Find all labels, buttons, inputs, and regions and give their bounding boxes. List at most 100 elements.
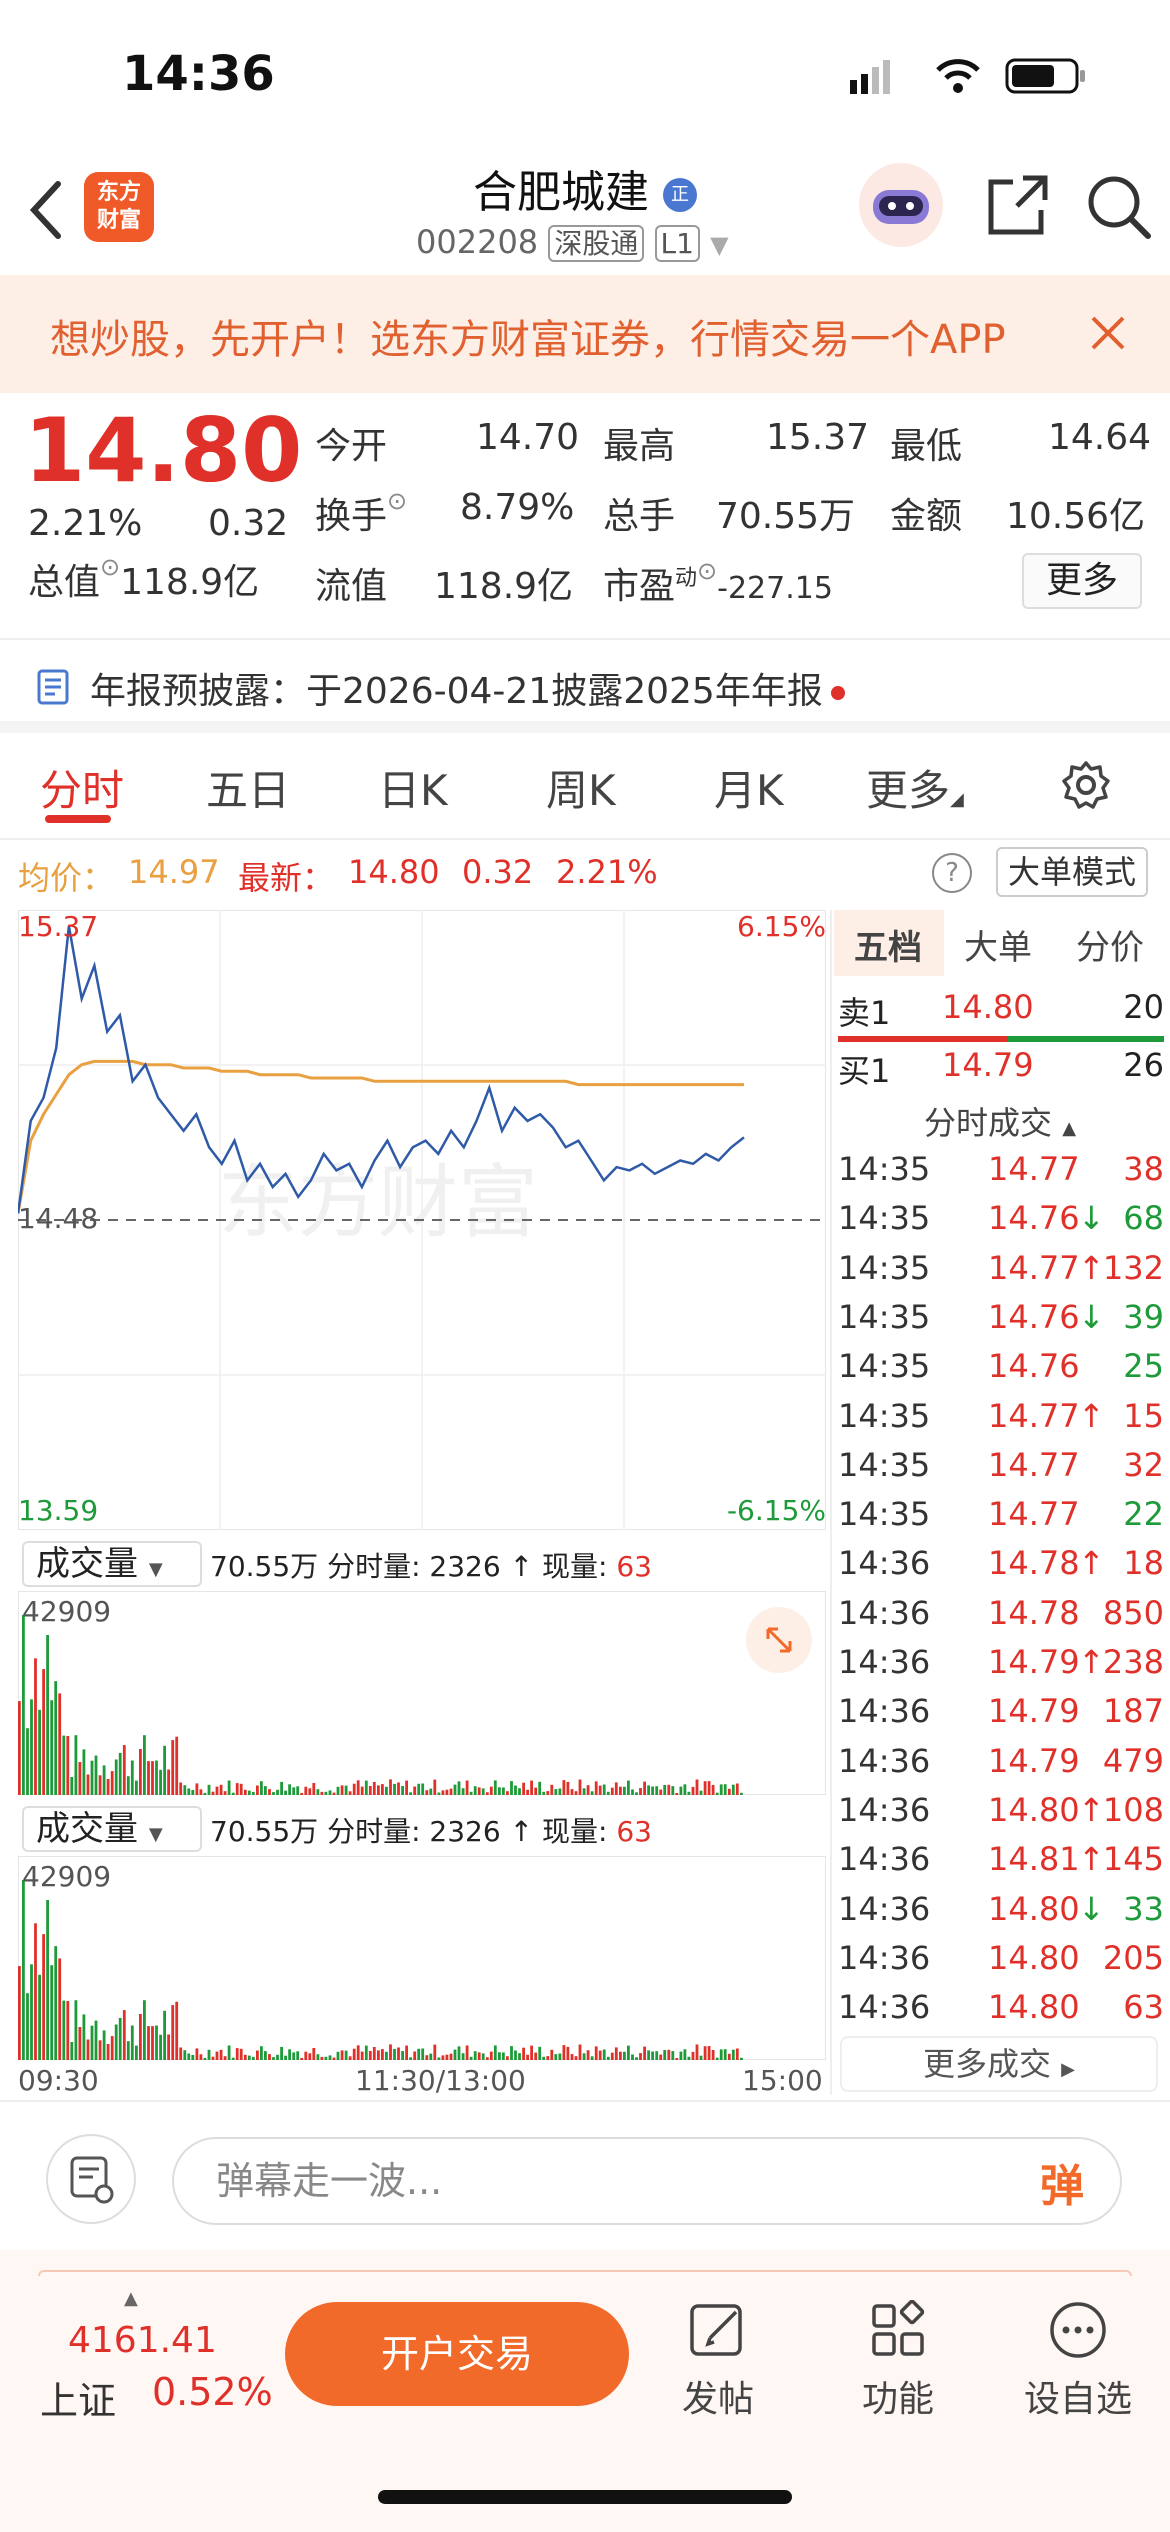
intraday-price-chart[interactable]: 东方财富 15.37 6.15% 14.48 13.59 -6.15% (16, 910, 826, 1530)
volume-bar (481, 1788, 485, 1795)
volume-bar (562, 2045, 566, 2060)
volume-bar (506, 2056, 509, 2060)
more-trades-label: 更多成交 (922, 2045, 1051, 2083)
close-icon[interactable] (1090, 315, 1126, 355)
volume-bar (122, 1745, 126, 1795)
tab-monthly-k[interactable]: 月K (714, 757, 784, 818)
trade-time: 14:35 (838, 1347, 931, 1386)
post-icon[interactable] (688, 2300, 748, 2364)
trade-row: 14:36 14.81 ↑ 145 (832, 1840, 1170, 1889)
volume-bar (348, 1791, 352, 1795)
index-pct: 0.52% (152, 2370, 273, 2414)
chevron-down-icon[interactable]: ▼ (710, 231, 728, 259)
volume-bar (421, 2048, 425, 2060)
danmu-input[interactable]: 弹幕走一波... (172, 2137, 1122, 2225)
volume-bar (18, 1966, 21, 2060)
robot-assistant-icon[interactable] (856, 160, 946, 254)
volume-bar (163, 2010, 166, 2060)
volume-bar (320, 2056, 324, 2060)
volume-bar (336, 2051, 340, 2060)
tab-five-level[interactable]: 五档 (854, 920, 922, 969)
add-watchlist-icon[interactable] (1048, 2300, 1108, 2364)
nav-add-watchlist[interactable]: 设自选 (1018, 2370, 1138, 2422)
expand-icon[interactable] (746, 1607, 812, 1673)
danmu-send-button[interactable]: 弹 (1040, 2150, 1084, 2214)
share-icon[interactable] (985, 174, 1049, 242)
trade-qty: 33 (1123, 1889, 1164, 1928)
open-account-trade-button[interactable]: 开户交易 (285, 2302, 629, 2406)
notes-icon[interactable] (46, 2134, 136, 2224)
volume-bar (235, 2048, 239, 2060)
tab-intraday[interactable]: 分时 (40, 757, 124, 818)
trades-title[interactable]: 分时成交 ▲ (924, 1098, 1076, 1144)
volume-bar (360, 2051, 364, 2060)
trade-qty: 108 (1102, 1790, 1164, 1829)
tab-daily-k[interactable]: 日K (378, 757, 448, 818)
volume-bar (292, 2052, 296, 2060)
volume-bar (82, 2014, 86, 2060)
chevron-down-icon: ▼ (148, 1559, 163, 1580)
volume-bar (413, 1786, 417, 1795)
volume-bar (614, 2047, 618, 2060)
volume-bar (215, 1786, 219, 1795)
trade-price: 14.80 (988, 1938, 1080, 1977)
trade-price: 14.76 (988, 1199, 1080, 1238)
info-icon[interactable]: ⊙ (697, 557, 717, 585)
indicator-select[interactable]: 成交量 ▼ (22, 1541, 202, 1587)
volume-bar (34, 1658, 37, 1795)
volume-bar (659, 1789, 663, 1795)
trade-qty: 238 (1102, 1643, 1164, 1681)
annual-report-notice[interactable]: 年报预披露：于2026-04-21披露2025年年报 (0, 638, 1170, 733)
turnover-value: 8.79% (460, 487, 575, 528)
tab-five-day[interactable]: 五日 (206, 757, 290, 818)
chart-tabs: 分时 五日 日K 周K 月K 更多◢ (0, 745, 1170, 840)
volume-bar (268, 2054, 271, 2060)
trade-time: 14:35 (838, 1297, 931, 1336)
notice-text: 年报预披露：于2026-04-21披露2025年年报 (90, 662, 845, 714)
volume-bar (639, 2053, 642, 2060)
low-value: 14.64 (1048, 417, 1152, 458)
fs-arrow: ↑ (509, 1550, 534, 1583)
volume-bar (397, 1782, 400, 1795)
help-icon[interactable]: ? (932, 853, 972, 893)
info-icon[interactable]: ⊙ (387, 487, 407, 515)
volume-bar (207, 1784, 211, 1795)
tab-price-dist[interactable]: 分价 (1076, 920, 1144, 969)
volume-bar (606, 1791, 610, 1795)
volume-bar (538, 2046, 542, 2060)
sell-1-qty: 20 (1123, 988, 1164, 1026)
level-badge: L1 (654, 225, 700, 262)
trade-row: 14:36 14.79 ↑ 238 (832, 1643, 1170, 1692)
big-order-mode-button[interactable]: 大单模式 (996, 847, 1148, 897)
volume-panel-1[interactable]: 成交量 ▼ 70.55万 分时量: 2326 ↑ 现量: 63 42909 (18, 1535, 826, 1795)
settings-icon[interactable] (1060, 759, 1112, 815)
indicator-select[interactable]: 成交量 ▼ (22, 1806, 202, 1852)
volume-bars-1 (18, 1591, 826, 1795)
volume-bar (42, 1934, 45, 2060)
info-icon[interactable]: ⊙ (100, 553, 120, 581)
tab-more[interactable]: 更多◢ (866, 757, 964, 818)
volume-bar (126, 2041, 130, 2060)
index-value[interactable]: 4161.41 (68, 2320, 217, 2361)
more-button[interactable]: 更多 (1022, 553, 1142, 609)
volume-bar (437, 1792, 441, 1795)
volume-bar (619, 2051, 622, 2060)
more-trades-button[interactable]: 更多成交 ▶ (840, 2036, 1158, 2092)
volume-bar (707, 2046, 711, 2060)
trade-price: 14.79 (988, 1741, 1080, 1780)
functions-icon[interactable] (868, 2299, 928, 2364)
avg-value: 14.97 (128, 853, 220, 891)
volume-bar (550, 1784, 554, 1795)
volume-bar (139, 1749, 142, 1795)
nav-functions[interactable]: 功能 (838, 2370, 958, 2422)
tab-weekly-k[interactable]: 周K (546, 757, 616, 818)
tab-more-label: 更多 (866, 766, 951, 815)
tab-big-order[interactable]: 大单 (964, 920, 1032, 969)
search-icon[interactable] (1086, 174, 1152, 244)
nav-post[interactable]: 发帖 (658, 2370, 778, 2422)
volume-panel-2[interactable]: 成交量 ▼ 70.55万 分时量: 2326 ↑ 现量: 63 42909 (18, 1800, 826, 2060)
trade-row: 14:35 14.76 ↓ 68 (832, 1199, 1170, 1248)
caret-up-icon[interactable]: ▲ (124, 2288, 138, 2309)
trade-qty: 132 (1102, 1248, 1164, 1287)
promo-banner[interactable]: 想炒股，先开户！选东方财富证券，行情交易一个APP (0, 275, 1170, 393)
